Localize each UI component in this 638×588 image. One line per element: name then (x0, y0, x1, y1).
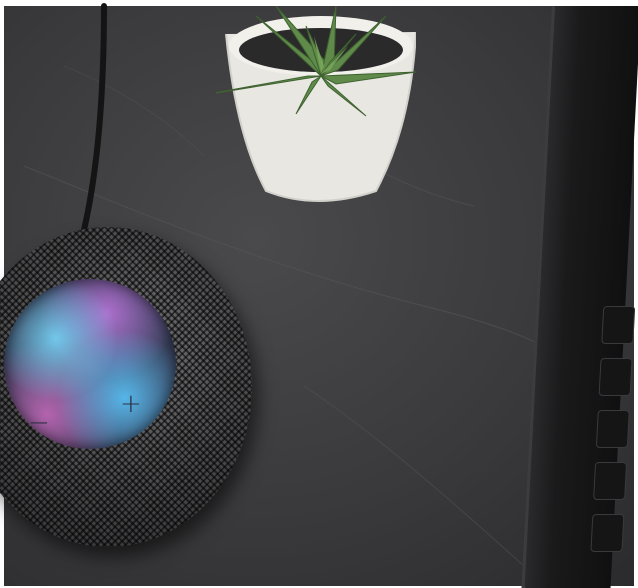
volume-down-icon: − (28, 408, 50, 438)
photo: − + (0, 0, 638, 588)
siri-glow-panel: − + (4, 279, 176, 449)
plant-pot (185, 5, 417, 206)
volume-up-icon: + (120, 389, 142, 419)
homepod-mini-icon: − + (0, 227, 252, 549)
succulent-icon (185, 5, 417, 202)
